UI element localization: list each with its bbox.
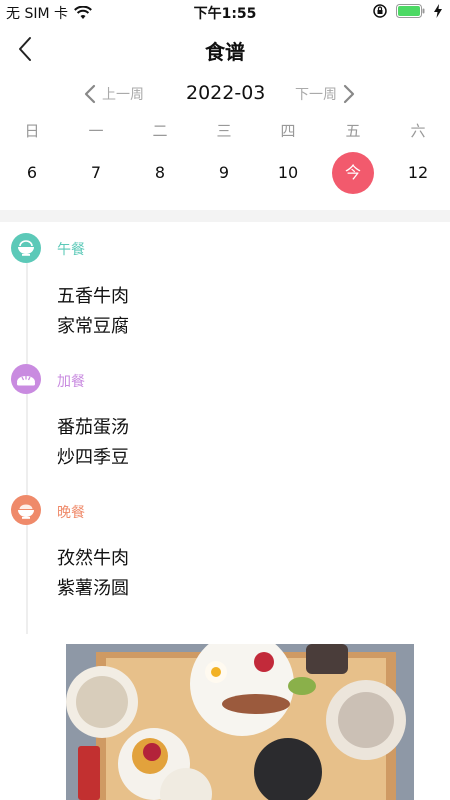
- date-cell[interactable]: 9: [203, 152, 245, 194]
- weekday-fri: 五: [345, 122, 361, 140]
- date-cell[interactable]: 8: [139, 152, 181, 194]
- weekday-sun: 日: [24, 122, 40, 140]
- date-cell[interactable]: 7: [75, 152, 117, 194]
- dish-item: 孜然牛肉: [57, 548, 129, 569]
- meal-label-snack: 加餐: [57, 374, 85, 390]
- date-cell[interactable]: 12: [397, 152, 439, 194]
- dish-item: 五香牛肉: [57, 286, 129, 307]
- dish-item: 炒四季豆: [57, 447, 129, 468]
- weekday-thu: 四: [280, 122, 296, 140]
- page-title: 食谱: [205, 40, 245, 64]
- nav-bar: 食谱: [0, 28, 450, 72]
- meal-label-lunch: 午餐: [57, 242, 85, 258]
- status-bar: 无 SIM 卡 下午1:55: [0, 0, 450, 24]
- dish-item: 紫薯汤圆: [57, 578, 129, 599]
- snack-bread-icon: [11, 364, 41, 394]
- date-cell[interactable]: 10: [267, 152, 309, 194]
- dinner-rice-bowl-icon: [11, 495, 41, 525]
- weekday-wed: 三: [216, 122, 232, 140]
- weekday-header-row: 日 一 二 三 四 五 六: [0, 120, 450, 142]
- timeline-line: [26, 244, 28, 634]
- date-cell-today[interactable]: 今: [332, 152, 374, 194]
- charging-bolt-icon: [434, 4, 442, 18]
- date-cell[interactable]: 6: [11, 152, 53, 194]
- lunch-bowl-icon: [11, 233, 41, 263]
- weekday-mon: 一: [88, 122, 104, 140]
- next-week-button[interactable]: 下一周: [295, 84, 355, 104]
- previous-week-label: 上一周: [102, 87, 144, 103]
- section-divider: [0, 210, 450, 222]
- dish-item: 番茄蛋汤: [57, 417, 129, 438]
- food-photo: [66, 644, 414, 800]
- meal-label-dinner: 晚餐: [57, 505, 85, 521]
- battery-icon: [396, 4, 425, 18]
- chevron-left-icon: [84, 84, 96, 104]
- week-navigation: 上一周 2022-03 下一周: [0, 82, 450, 110]
- food-photo-illustration: [66, 644, 414, 800]
- dish-item: 家常豆腐: [57, 316, 129, 337]
- current-month-label: 2022-03: [186, 82, 266, 104]
- previous-week-button[interactable]: 上一周: [84, 84, 144, 104]
- rotation-lock-icon: [373, 4, 387, 18]
- weekday-sat: 六: [410, 122, 426, 140]
- chevron-right-icon: [343, 84, 355, 104]
- next-week-label: 下一周: [295, 87, 337, 103]
- date-row: 6 7 8 9 10 今 12: [0, 152, 450, 194]
- status-right: [372, 3, 442, 19]
- weekday-tue: 二: [152, 122, 168, 140]
